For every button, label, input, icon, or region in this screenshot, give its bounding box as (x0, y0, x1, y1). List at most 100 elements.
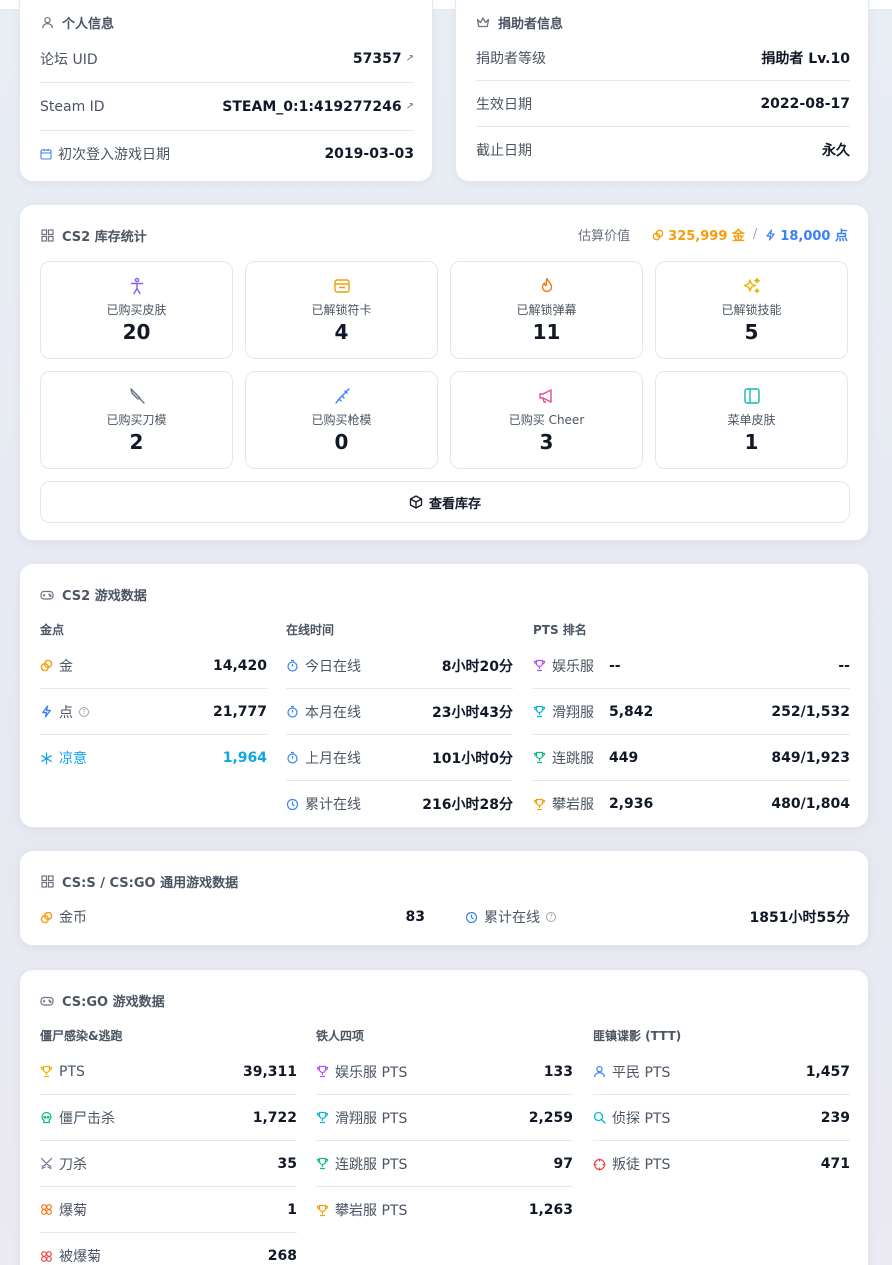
stat-value: 2 (129, 429, 144, 454)
stat-value: 1 (744, 429, 759, 454)
csgo-ttt-column: 匪镇谍影 (TTT) 平民 PTS 1,457 侦探 PTS 239 叛徒 PT… (593, 1027, 850, 1187)
ze-zombie-kills-value: 1,722 (252, 1109, 297, 1126)
crosshair-icon (593, 1158, 606, 1170)
personal-info-list: 论坛 UID 57357 ↗ Steam ID STEAM_0:1:4192772… (40, 35, 414, 177)
ze-knife-kills-value: 35 (277, 1155, 297, 1172)
stat-value: 20 (122, 319, 151, 344)
ze-pts-text: PTS (59, 1063, 85, 1080)
skull-icon (41, 1111, 52, 1124)
common-coin-value: 83 (405, 909, 425, 925)
stat-label: 已购买枪模 (311, 412, 372, 427)
stat-cards: 已解锁符卡 4 (245, 261, 438, 359)
steam-id-link[interactable]: STEAM_0:1:419277246 ↗ (222, 99, 414, 115)
stat-label: 已解锁技能 (721, 302, 782, 317)
stopwatch-icon (287, 705, 298, 718)
estimate-label: 估算价值 (578, 229, 631, 244)
donor-info-card: 捐助者信息 捐助者等级 捐助者 Lv.10 生效日期 2022-08-17 截止… (455, 0, 869, 182)
external-link-icon: ↗ (405, 101, 414, 112)
points-estimate: 18,000 点 (765, 225, 848, 244)
view-inventory-label: 查看库存 (428, 496, 481, 512)
external-link-icon: ↗ (405, 53, 414, 64)
iron-bhop-row: 连跳服 PTS 97 (316, 1141, 573, 1187)
first-login-value: 2019-03-03 (324, 146, 414, 162)
ze-bomb-value: 1 (287, 1201, 297, 1218)
forum-uid-row: 论坛 UID 57357 ↗ (40, 35, 414, 83)
gold-row: 金 14,420 (40, 643, 267, 689)
first-login-row: 初次登入游戏日期 2019-03-03 (40, 131, 414, 177)
online-total-text: 累计在线 (305, 797, 361, 813)
pts-label: 娱乐服 (533, 656, 595, 676)
user-icon (40, 16, 54, 30)
pts-rank: 849/1,923 (771, 749, 850, 766)
ze-bombed-text: 被爆菊 (59, 1249, 101, 1265)
online-total-label: 累计在线 (286, 794, 361, 814)
expiry-date-label: 截止日期 (476, 143, 532, 159)
online-month-row: 本月在线 23小时43分 (286, 689, 513, 735)
box-icon (409, 495, 423, 509)
grid-icon (40, 229, 54, 243)
pts-value: 449 (609, 749, 639, 766)
stat-label: 已解锁弹幕 (516, 302, 577, 317)
inventory-stat-grid: 已购买皮肤 20 已解锁符卡 4 已解锁弹幕 11 已解锁技能 5 已购买刀模 … (40, 261, 850, 469)
points-row: 点 ? 21,777 (40, 689, 267, 735)
online-last-month-value: 101小时0分 (432, 750, 513, 767)
ze-zombie-kills-text: 僵尸击杀 (59, 1110, 115, 1127)
donor-info-title: 捐助者信息 (476, 13, 563, 32)
online-last-month-text: 上月在线 (305, 750, 361, 767)
online-month-value: 23小时43分 (432, 704, 513, 721)
online-today-text: 今日在线 (305, 658, 361, 675)
iron-bhop-text: 连跳服 PTS (335, 1156, 408, 1173)
ttt-detective-label: 侦探 PTS (593, 1108, 670, 1128)
view-inventory-button[interactable]: 查看库存 (40, 481, 850, 523)
help-icon[interactable]: ? (546, 912, 556, 922)
forum-uid-value: 57357 (352, 50, 402, 67)
ttt-innocent-value: 1,457 (805, 1063, 850, 1080)
forum-uid-link[interactable]: 57357 ↗ (353, 51, 414, 67)
ze-bomb-text: 爆菊 (59, 1202, 87, 1219)
ze-bombed-value: 268 (267, 1248, 297, 1264)
iron-fun-value: 133 (543, 1063, 573, 1080)
common-online-row: 累计在线 ? 1851小时55分 (465, 894, 850, 940)
bolt-icon (766, 228, 775, 241)
gold-label: 金 (40, 656, 73, 676)
stat-skills: 已解锁技能 5 (655, 261, 848, 359)
snowflake-icon (41, 751, 52, 765)
coin-icon (652, 229, 664, 240)
stat-knives: 已购买刀模 2 (40, 371, 233, 469)
pts-value: 5,842 (609, 703, 654, 720)
pts-row-bhop: 连跳服 449 849/1,923 (533, 735, 850, 781)
stat-label: 菜单皮肤 (727, 412, 776, 427)
pts-label: 攀岩服 (533, 794, 595, 814)
megaphone-icon (538, 388, 552, 403)
pts-value: -- (609, 657, 621, 674)
ttt-innocent-text: 平民 PTS (612, 1064, 671, 1081)
iron-fun-label: 娱乐服 PTS (316, 1062, 407, 1082)
help-icon[interactable]: ? (79, 706, 89, 717)
stat-value: 0 (334, 429, 349, 454)
points-label-text: 点 (59, 704, 73, 721)
person-icon (130, 277, 143, 294)
csgo-ze-column: 僵尸感染&逃跑 PTS 39,311 僵尸击杀 1,722 刀杀 35 爆菊 1… (40, 1027, 297, 1265)
steam-id-label: Steam ID (40, 98, 105, 115)
ttt-detective-value: 239 (820, 1109, 850, 1126)
stat-value: 5 (744, 319, 759, 344)
stat-cheer: 已购买 Cheer 3 (450, 371, 643, 469)
trophy-icon (533, 798, 546, 810)
forum-uid-label: 论坛 UID (40, 51, 98, 68)
ze-knife-kills-row: 刀杀 35 (40, 1141, 297, 1187)
pts-label-text: 攀岩服 (552, 797, 594, 813)
effective-date-label: 生效日期 (476, 96, 532, 113)
clock-icon (465, 911, 478, 923)
iron-surf-row: 滑翔服 PTS 2,259 (316, 1095, 573, 1141)
stopwatch-icon (287, 751, 298, 764)
online-today-row: 今日在线 8小时20分 (286, 643, 513, 689)
iron-climb-value: 1,263 (528, 1202, 573, 1218)
steam-id-row: Steam ID STEAM_0:1:419277246 ↗ (40, 83, 414, 131)
online-month-label: 本月在线 (286, 702, 361, 722)
iron-bhop-label: 连跳服 PTS (316, 1154, 407, 1174)
pts-label-text: 连跳服 (552, 750, 594, 767)
stat-value: 4 (334, 319, 349, 344)
donor-info-label: 捐助者信息 (498, 17, 564, 32)
grid-icon (40, 875, 54, 889)
gamepad-icon (40, 994, 54, 1008)
